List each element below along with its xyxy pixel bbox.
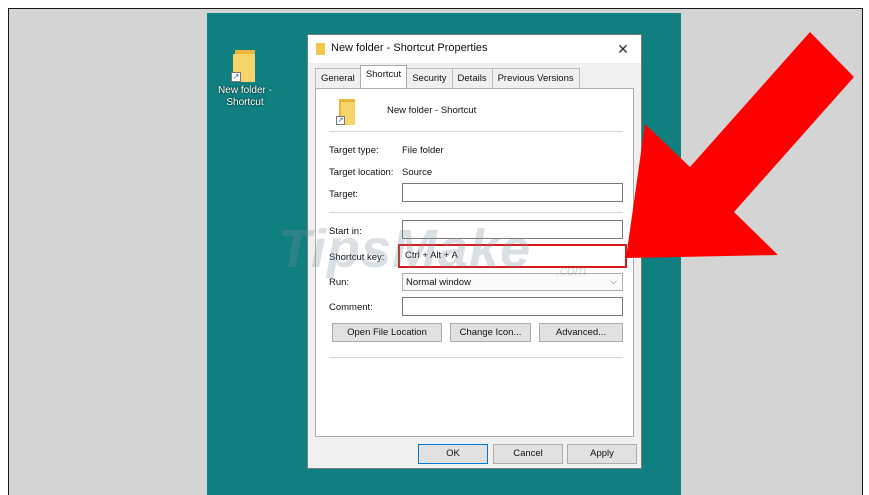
tab-shortcut[interactable]: Shortcut [359,65,408,88]
red-arrow-shape [626,32,854,258]
pointer-arrow-icon [626,32,854,258]
